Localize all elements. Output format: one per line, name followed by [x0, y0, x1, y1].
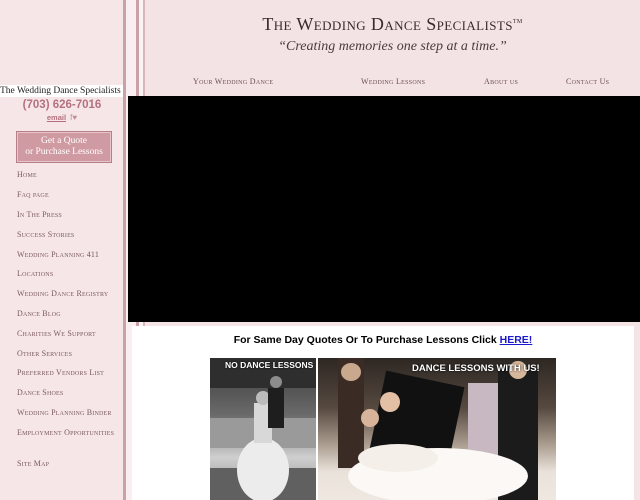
- site-tagline: “Creating memories one step at a time.”: [278, 39, 507, 54]
- photo-no-lessons: NO DANCE LESSONS: [210, 358, 316, 500]
- topnav-contact-us[interactable]: Contact Us: [566, 77, 609, 86]
- header: The Wedding Dance SpecialistsTM “Creatin…: [145, 0, 640, 95]
- sidebar-item-registry[interactable]: Wedding Dance Registry: [17, 289, 127, 299]
- sidebar-item-success-stories[interactable]: Success Stories: [17, 230, 127, 240]
- sidebar-item-site-map[interactable]: Site Map: [17, 459, 127, 469]
- photo-left-label: NO DANCE LESSONS: [225, 360, 314, 370]
- sidebar-item-dance-shoes[interactable]: Dance Shoes: [17, 388, 127, 398]
- email-link[interactable]: email: [47, 113, 66, 122]
- social-icons: f♥: [70, 113, 77, 122]
- main-content: For Same Day Quotes Or To Purchase Lesso…: [132, 326, 634, 500]
- photo-right-label: DANCE LESSONS WITH US!: [412, 363, 540, 374]
- sidebar-item-press[interactable]: In The Press: [17, 210, 127, 220]
- email-row: email f♥: [0, 113, 124, 122]
- trademark-mark: TM: [512, 19, 523, 25]
- cta-text: For Same Day Quotes Or To Purchase Lesso…: [132, 334, 634, 346]
- topnav-wedding-lessons[interactable]: Wedding Lessons: [361, 77, 425, 86]
- get-quote-button[interactable]: Get a Quote or Purchase Lessons: [16, 131, 112, 163]
- couple-photo-left-image: [210, 358, 316, 500]
- get-quote-line2: or Purchase Lessons: [25, 147, 103, 157]
- sidebar-item-wedding-planning-411[interactable]: Wedding Planning 411: [17, 250, 127, 260]
- sidebar-item-charities[interactable]: Charities We Support: [17, 329, 127, 339]
- site-title[interactable]: The Wedding Dance SpecialistsTM: [145, 14, 640, 35]
- sidebar-item-dance-blog[interactable]: Dance Blog: [17, 309, 127, 319]
- sidebar-item-home[interactable]: Home: [17, 170, 127, 180]
- sidebar-item-employment[interactable]: Employment Opportunities: [17, 428, 127, 438]
- topnav-your-wedding-dance[interactable]: Your Wedding Dance: [193, 77, 273, 86]
- site-title-text: The Wedding Dance Specialists: [262, 14, 513, 34]
- sidebar-item-planning-binder[interactable]: Wedding Planning Binder: [17, 408, 127, 418]
- sidebar-item-locations[interactable]: Locations: [17, 269, 127, 279]
- couple-photo-right-image: [338, 358, 538, 500]
- sidebar-item-other-services[interactable]: Other Services: [17, 349, 127, 359]
- photo-with-lessons: DANCE LESSONS WITH US!: [318, 358, 556, 500]
- sidebar-item-vendors[interactable]: Preferred Vendors List: [17, 368, 127, 378]
- get-quote-line1: Get a Quote: [41, 136, 87, 146]
- topnav-about-us[interactable]: About us: [484, 77, 518, 86]
- sidebar: The Wedding Dance Specialists (703) 626-…: [0, 0, 124, 500]
- phone-number[interactable]: (703) 626-7016: [0, 99, 124, 111]
- site-name-text: The Wedding Dance Specialists: [0, 85, 124, 97]
- twitter-icon[interactable]: ♥: [72, 113, 77, 122]
- video-player[interactable]: [128, 96, 640, 322]
- cta-prefix: For Same Day Quotes Or To Purchase Lesso…: [233, 334, 500, 346]
- cta-here-link[interactable]: HERE!: [500, 334, 533, 346]
- sidebar-item-faq[interactable]: Faq page: [17, 190, 127, 200]
